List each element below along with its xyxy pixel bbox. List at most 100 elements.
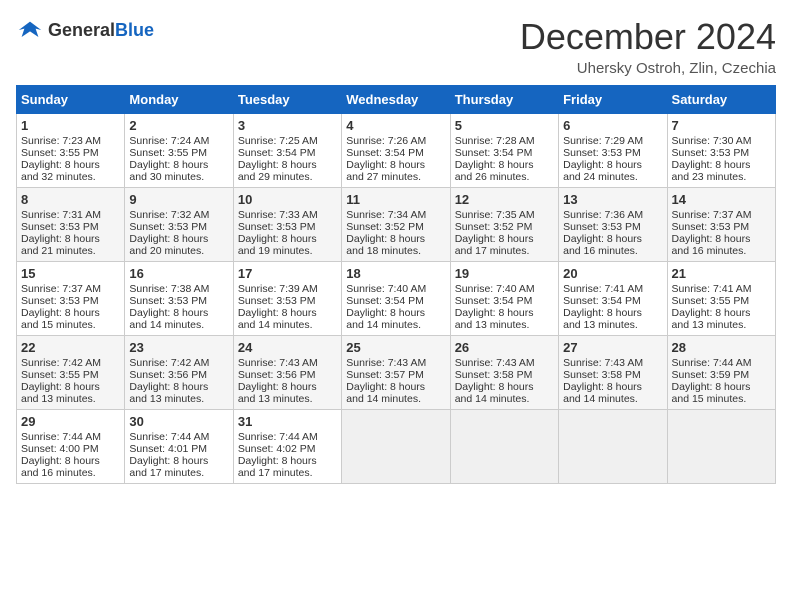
day-info: Sunrise: 7:43 AM <box>346 357 445 369</box>
day-info: and 14 minutes. <box>238 319 337 331</box>
day-info: and 29 minutes. <box>238 171 337 183</box>
day-number: 13 <box>563 192 662 207</box>
day-info: and 16 minutes. <box>672 245 771 257</box>
calendar-cell: 26Sunrise: 7:43 AMSunset: 3:58 PMDayligh… <box>450 336 558 410</box>
day-info: Daylight: 8 hours <box>21 455 120 467</box>
day-number: 29 <box>21 414 120 429</box>
day-info: Daylight: 8 hours <box>238 381 337 393</box>
day-number: 15 <box>21 266 120 281</box>
day-info: Sunset: 3:53 PM <box>563 147 662 159</box>
day-info: and 16 minutes. <box>21 467 120 479</box>
day-info: Sunset: 3:53 PM <box>563 221 662 233</box>
day-number: 11 <box>346 192 445 207</box>
calendar-cell: 15Sunrise: 7:37 AMSunset: 3:53 PMDayligh… <box>17 262 125 336</box>
day-number: 8 <box>21 192 120 207</box>
day-info: Daylight: 8 hours <box>129 381 228 393</box>
day-info: Daylight: 8 hours <box>455 307 554 319</box>
day-info: Sunset: 3:52 PM <box>346 221 445 233</box>
calendar-cell: 30Sunrise: 7:44 AMSunset: 4:01 PMDayligh… <box>125 410 233 484</box>
day-number: 9 <box>129 192 228 207</box>
day-info: Sunset: 4:01 PM <box>129 443 228 455</box>
day-info: Sunrise: 7:34 AM <box>346 209 445 221</box>
day-info: Sunset: 3:54 PM <box>455 295 554 307</box>
page-header: GeneralBlue December 2024 Uhersky Ostroh… <box>16 16 776 77</box>
day-info: and 14 minutes. <box>455 393 554 405</box>
day-info: Sunrise: 7:37 AM <box>21 283 120 295</box>
day-info: Sunrise: 7:40 AM <box>346 283 445 295</box>
weekday-header: Tuesday <box>233 86 341 114</box>
day-info: Daylight: 8 hours <box>21 159 120 171</box>
day-info: Sunrise: 7:26 AM <box>346 135 445 147</box>
day-info: Sunset: 3:59 PM <box>672 369 771 381</box>
day-info: Sunset: 3:53 PM <box>21 221 120 233</box>
day-info: and 27 minutes. <box>346 171 445 183</box>
day-info: Sunrise: 7:41 AM <box>672 283 771 295</box>
day-info: Sunset: 3:55 PM <box>129 147 228 159</box>
day-number: 21 <box>672 266 771 281</box>
day-info: Sunrise: 7:44 AM <box>238 431 337 443</box>
calendar-cell: 16Sunrise: 7:38 AMSunset: 3:53 PMDayligh… <box>125 262 233 336</box>
day-info: Sunset: 3:52 PM <box>455 221 554 233</box>
calendar-week-row: 8Sunrise: 7:31 AMSunset: 3:53 PMDaylight… <box>17 188 776 262</box>
day-info: and 21 minutes. <box>21 245 120 257</box>
day-info: Sunset: 3:53 PM <box>672 147 771 159</box>
day-number: 5 <box>455 118 554 133</box>
day-number: 19 <box>455 266 554 281</box>
weekday-header: Friday <box>559 86 667 114</box>
day-info: and 13 minutes. <box>21 393 120 405</box>
day-info: Sunrise: 7:24 AM <box>129 135 228 147</box>
day-info: and 14 minutes. <box>563 393 662 405</box>
day-number: 30 <box>129 414 228 429</box>
weekday-header: Sunday <box>17 86 125 114</box>
day-info: Sunrise: 7:42 AM <box>21 357 120 369</box>
day-number: 27 <box>563 340 662 355</box>
calendar-cell: 29Sunrise: 7:44 AMSunset: 4:00 PMDayligh… <box>17 410 125 484</box>
day-info: and 17 minutes. <box>238 467 337 479</box>
calendar-cell: 10Sunrise: 7:33 AMSunset: 3:53 PMDayligh… <box>233 188 341 262</box>
day-info: Daylight: 8 hours <box>455 381 554 393</box>
day-number: 16 <box>129 266 228 281</box>
calendar-cell: 24Sunrise: 7:43 AMSunset: 3:56 PMDayligh… <box>233 336 341 410</box>
day-number: 28 <box>672 340 771 355</box>
day-info: Daylight: 8 hours <box>238 233 337 245</box>
day-info: Daylight: 8 hours <box>346 307 445 319</box>
day-info: Daylight: 8 hours <box>455 233 554 245</box>
day-info: Sunset: 3:53 PM <box>129 221 228 233</box>
calendar-week-row: 22Sunrise: 7:42 AMSunset: 3:55 PMDayligh… <box>17 336 776 410</box>
month-title: December 2024 <box>520 16 776 58</box>
day-info: Sunrise: 7:35 AM <box>455 209 554 221</box>
day-info: and 13 minutes. <box>563 319 662 331</box>
calendar-cell: 6Sunrise: 7:29 AMSunset: 3:53 PMDaylight… <box>559 114 667 188</box>
day-info: Sunrise: 7:39 AM <box>238 283 337 295</box>
day-info: Sunset: 3:53 PM <box>129 295 228 307</box>
day-info: Daylight: 8 hours <box>563 233 662 245</box>
day-info: Sunrise: 7:44 AM <box>129 431 228 443</box>
calendar-cell: 31Sunrise: 7:44 AMSunset: 4:02 PMDayligh… <box>233 410 341 484</box>
day-info: Sunrise: 7:43 AM <box>238 357 337 369</box>
title-block: December 2024 Uhersky Ostroh, Zlin, Czec… <box>520 16 776 77</box>
day-info: Sunset: 3:53 PM <box>21 295 120 307</box>
day-info: Sunrise: 7:38 AM <box>129 283 228 295</box>
day-info: Daylight: 8 hours <box>21 233 120 245</box>
day-info: Sunrise: 7:43 AM <box>455 357 554 369</box>
calendar-cell: 23Sunrise: 7:42 AMSunset: 3:56 PMDayligh… <box>125 336 233 410</box>
day-info: Sunset: 3:56 PM <box>129 369 228 381</box>
day-info: Sunrise: 7:42 AM <box>129 357 228 369</box>
weekday-header: Saturday <box>667 86 775 114</box>
calendar-cell: 13Sunrise: 7:36 AMSunset: 3:53 PMDayligh… <box>559 188 667 262</box>
day-info: Sunset: 3:55 PM <box>21 147 120 159</box>
day-info: Sunset: 3:56 PM <box>238 369 337 381</box>
day-info: Sunset: 3:54 PM <box>238 147 337 159</box>
day-info: Daylight: 8 hours <box>129 159 228 171</box>
day-info: and 30 minutes. <box>129 171 228 183</box>
day-number: 6 <box>563 118 662 133</box>
day-info: and 32 minutes. <box>21 171 120 183</box>
day-number: 31 <box>238 414 337 429</box>
calendar-cell: 12Sunrise: 7:35 AMSunset: 3:52 PMDayligh… <box>450 188 558 262</box>
calendar-cell: 20Sunrise: 7:41 AMSunset: 3:54 PMDayligh… <box>559 262 667 336</box>
calendar-cell: 2Sunrise: 7:24 AMSunset: 3:55 PMDaylight… <box>125 114 233 188</box>
day-info: Sunset: 3:55 PM <box>21 369 120 381</box>
day-info: Sunrise: 7:43 AM <box>563 357 662 369</box>
day-info: Sunrise: 7:30 AM <box>672 135 771 147</box>
day-info: Daylight: 8 hours <box>238 307 337 319</box>
